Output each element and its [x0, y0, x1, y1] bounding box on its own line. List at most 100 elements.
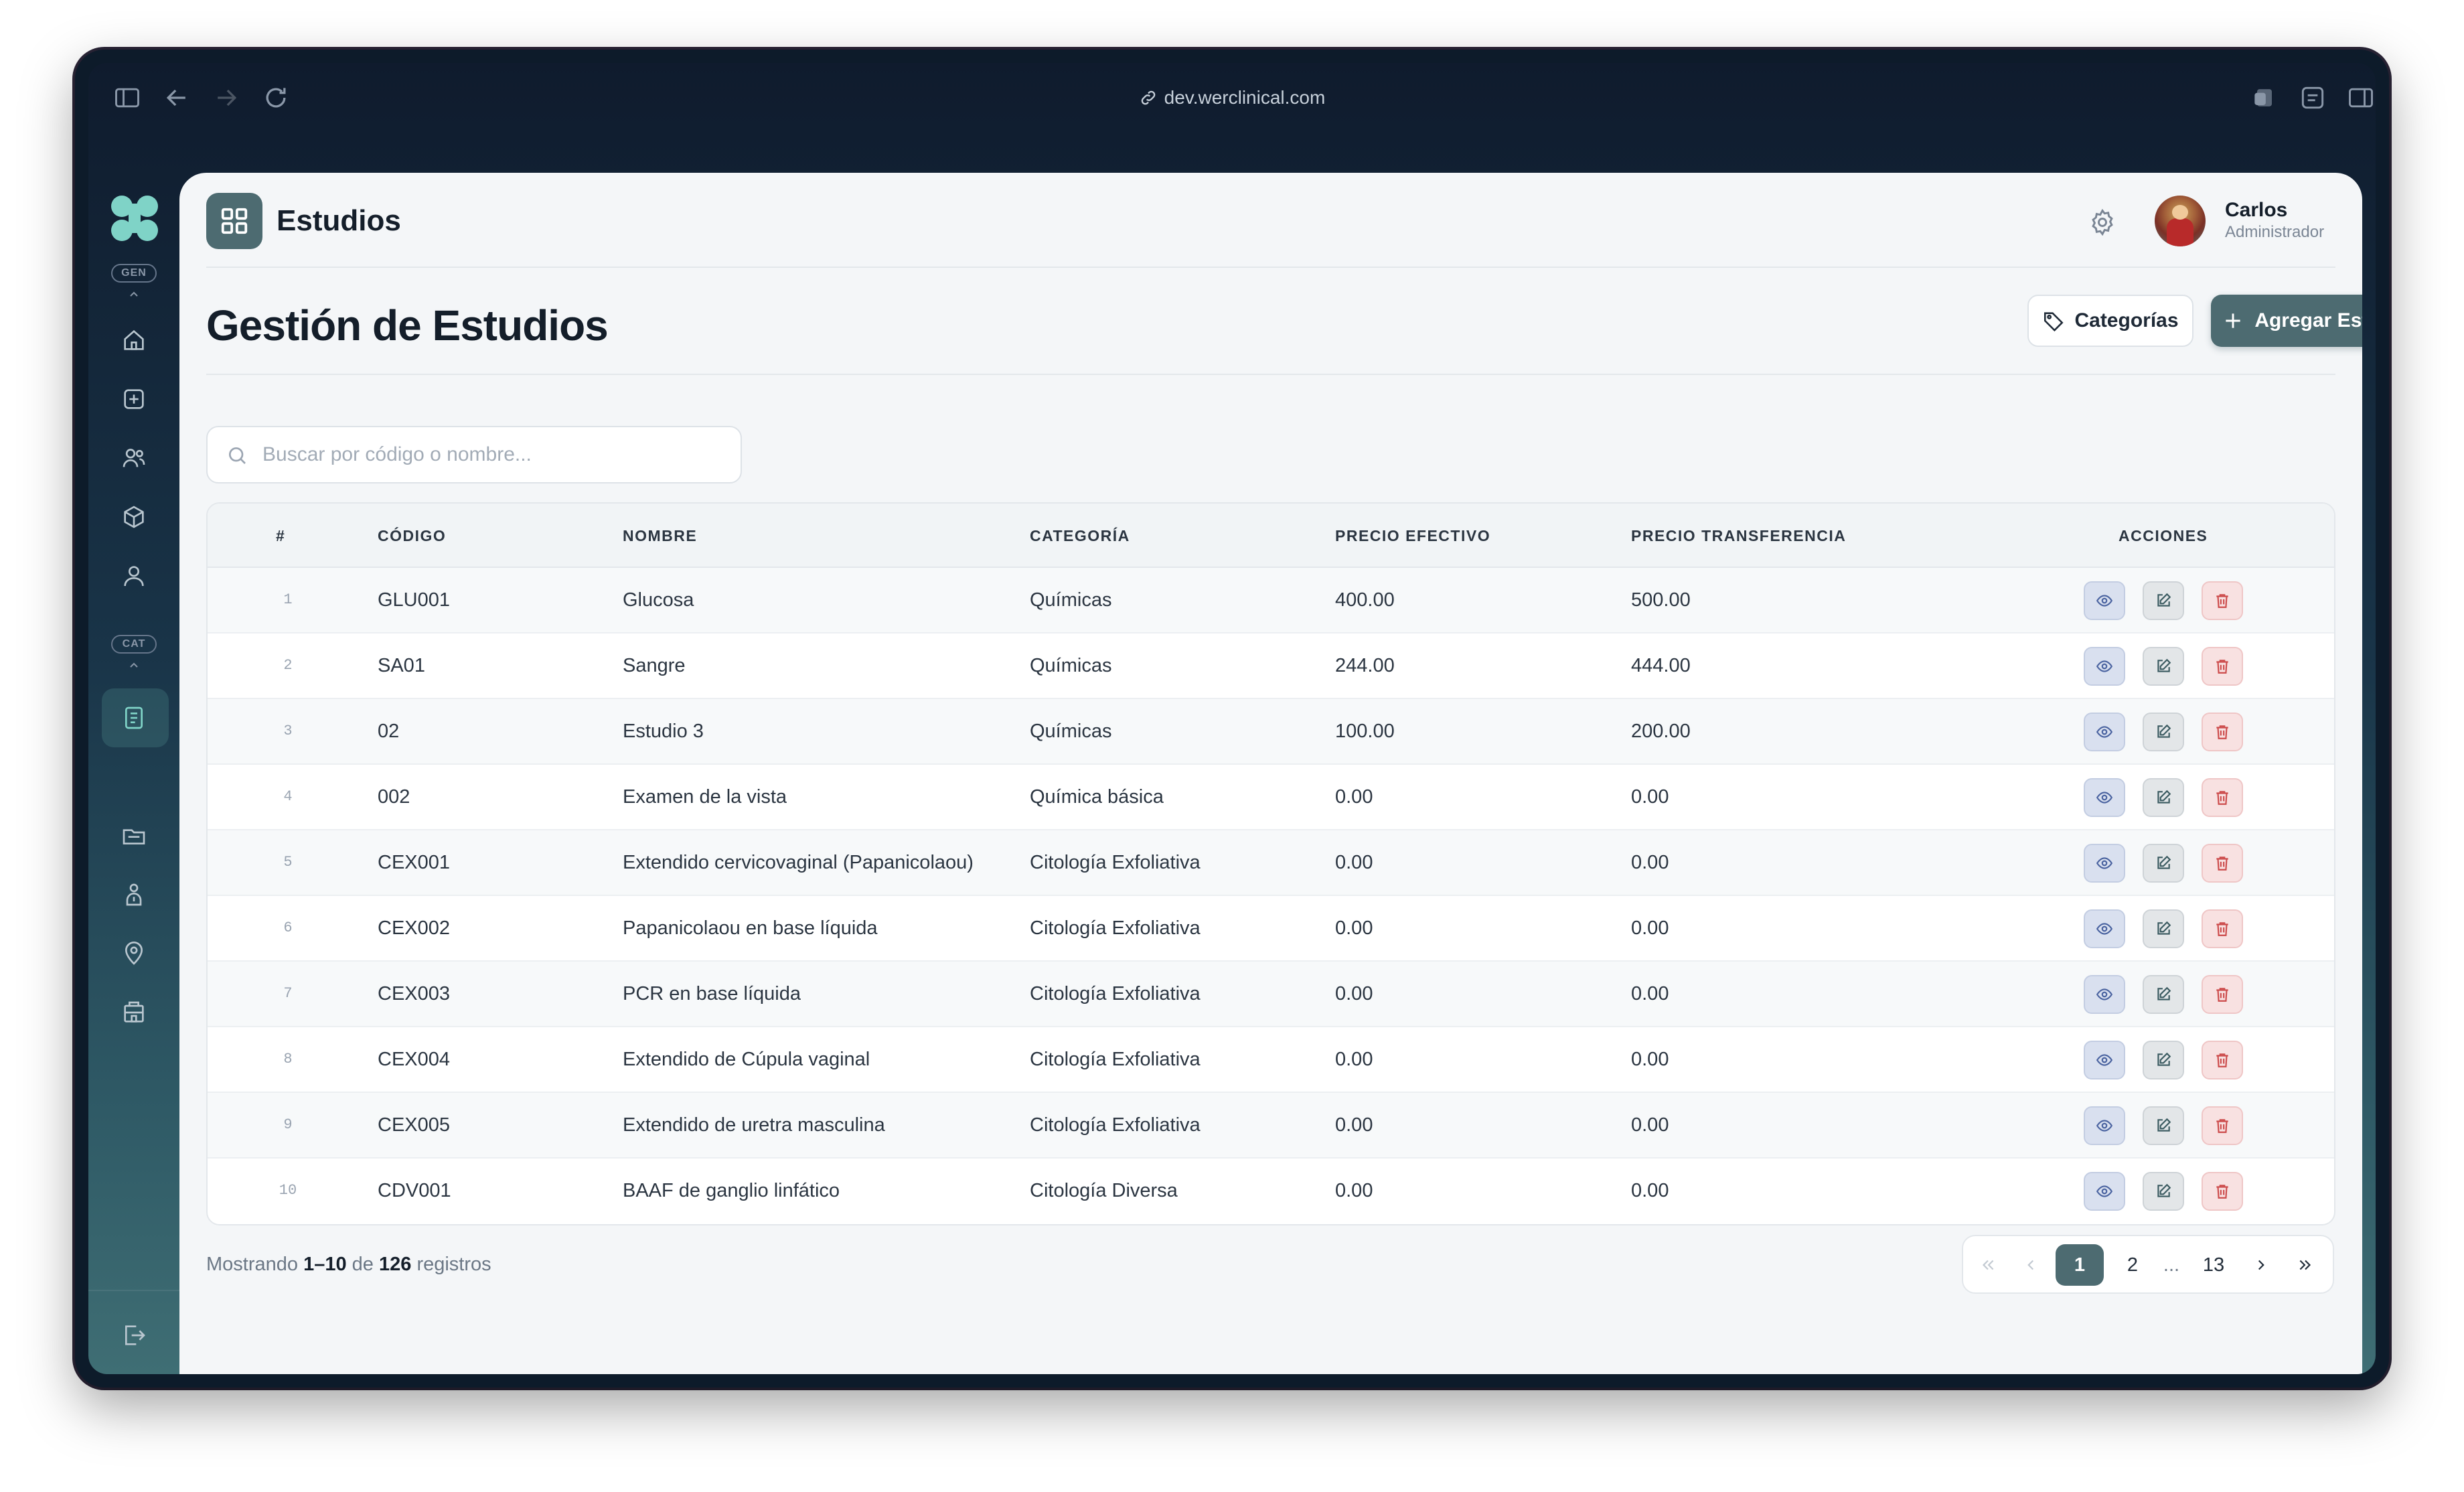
- cell-number: 1: [283, 591, 293, 608]
- view-button[interactable]: [2084, 975, 2125, 1014]
- summary-prefix: Mostrando: [206, 1254, 299, 1275]
- header-divider: [206, 267, 2335, 268]
- cell-number: 8: [283, 1051, 293, 1067]
- view-button[interactable]: [2084, 844, 2125, 883]
- delete-button[interactable]: [2202, 1041, 2243, 1079]
- edit-button[interactable]: [2143, 647, 2184, 686]
- studies-table: # CÓDIGO NOMBRE CATEGORÍA PRECIO EFECTIV…: [206, 502, 2335, 1225]
- delete-button[interactable]: [2202, 1106, 2243, 1145]
- edit-button[interactable]: [2143, 1106, 2184, 1145]
- cell-code: CEX001: [378, 852, 451, 873]
- browser-toolbar: dev.werclinical.com: [88, 63, 2376, 133]
- delete-button[interactable]: [2202, 844, 2243, 883]
- address-bar[interactable]: dev.werclinical.com: [88, 83, 2376, 113]
- chevron-left-icon: [2027, 1260, 2034, 1270]
- cell-code: 02: [378, 721, 400, 742]
- building-icon[interactable]: [121, 999, 147, 1026]
- cell-cash-price: 0.00: [1335, 786, 1373, 808]
- page-button-2[interactable]: 2: [2112, 1244, 2153, 1286]
- extension-icon[interactable]: [2250, 83, 2279, 113]
- edit-button[interactable]: [2143, 909, 2184, 948]
- cell-category: Citología Diversa: [1030, 1180, 1178, 1201]
- next-page-button[interactable]: [2244, 1244, 2278, 1286]
- eye-icon: [2096, 792, 2113, 804]
- section-badge-gen: GEN: [111, 264, 157, 283]
- column-header-actions: ACCIONES: [2119, 527, 2208, 544]
- cell-name: Sangre: [623, 655, 686, 676]
- search-input[interactable]: [262, 427, 731, 482]
- view-button[interactable]: [2084, 1172, 2125, 1211]
- edit-button[interactable]: [2143, 844, 2184, 883]
- gear-icon[interactable]: [2088, 208, 2117, 237]
- edit-button[interactable]: [2143, 581, 2184, 620]
- cell-cash-price: 100.00: [1335, 721, 1395, 742]
- search-icon: [229, 447, 246, 464]
- column-header-category: CATEGORÍA: [1030, 527, 1130, 544]
- table-row: 6 CEX002 Papanicolaou en base líquida Citol…: [208, 896, 2334, 962]
- view-button[interactable]: [2084, 778, 2125, 817]
- table-row: 4 002 Examen de la vista Química básica 0.00…: [208, 765, 2334, 830]
- view-button[interactable]: [2084, 1041, 2125, 1079]
- cell-cash-price: 244.00: [1335, 655, 1395, 676]
- edit-button[interactable]: [2143, 975, 2184, 1014]
- eye-icon: [2096, 595, 2113, 607]
- edit-icon: [2157, 724, 2171, 738]
- cell-name: Extendido cervicovaginal (Papanicolaou): [623, 852, 974, 873]
- avatar[interactable]: [2155, 196, 2206, 246]
- view-button[interactable]: [2084, 1106, 2125, 1145]
- url-text: dev.werclinical.com: [1164, 87, 1326, 108]
- categories-button-label: Categorías: [2074, 309, 2179, 331]
- summary-of: de: [352, 1254, 374, 1275]
- view-button[interactable]: [2084, 909, 2125, 948]
- table-row: 3 02 Estudio 3 Químicas 100.00 200.00: [208, 699, 2334, 765]
- edit-button[interactable]: [2143, 1041, 2184, 1079]
- chevron-up-icon[interactable]: [126, 288, 142, 300]
- delete-button[interactable]: [2202, 778, 2243, 817]
- delete-button[interactable]: [2202, 647, 2243, 686]
- cell-cash-price: 0.00: [1335, 1049, 1373, 1070]
- device-frame: dev.werclinical.com GEN CAT Estudios Car…: [75, 50, 2389, 1388]
- page-button-13[interactable]: 13: [2189, 1244, 2238, 1286]
- edit-button[interactable]: [2143, 1172, 2184, 1211]
- document-list-icon[interactable]: [121, 704, 147, 731]
- previous-page-button[interactable]: [2014, 1244, 2048, 1286]
- delete-button[interactable]: [2202, 581, 2243, 620]
- page-ellipsis: ...: [2163, 1254, 2180, 1276]
- cell-category: Citología Exfoliativa: [1030, 983, 1201, 1004]
- folder-icon[interactable]: [121, 822, 147, 849]
- cell-category: Químicas: [1030, 721, 1112, 742]
- reader-icon[interactable]: [2298, 83, 2327, 113]
- cell-cash-price: 0.00: [1335, 983, 1373, 1004]
- users-icon[interactable]: [121, 445, 147, 471]
- categories-button[interactable]: Categorías: [2027, 295, 2193, 347]
- view-button[interactable]: [2084, 647, 2125, 686]
- pagination: 1 2 ... 13: [1962, 1235, 2334, 1294]
- cell-cash-price: 400.00: [1335, 589, 1395, 611]
- delete-button[interactable]: [2202, 1172, 2243, 1211]
- view-button[interactable]: [2084, 581, 2125, 620]
- delete-button[interactable]: [2202, 713, 2243, 751]
- add-square-icon[interactable]: [121, 386, 147, 413]
- tag-icon: [2044, 312, 2064, 331]
- chevrons-right-icon: [2299, 1260, 2311, 1270]
- add-study-button[interactable]: Agregar Estudio: [2211, 295, 2362, 347]
- page-button-1[interactable]: 1: [2056, 1244, 2104, 1286]
- home-icon[interactable]: [121, 327, 147, 354]
- edit-button[interactable]: [2143, 778, 2184, 817]
- package-icon[interactable]: [121, 504, 147, 530]
- cell-name: Extendido de uretra masculina: [623, 1114, 885, 1136]
- user-icon[interactable]: [121, 563, 147, 589]
- view-button[interactable]: [2084, 713, 2125, 751]
- doctor-icon[interactable]: [121, 881, 147, 908]
- chevron-up-icon[interactable]: [126, 659, 142, 671]
- logout-icon[interactable]: [121, 1322, 147, 1349]
- split-view-icon[interactable]: [2346, 83, 2376, 113]
- edit-button[interactable]: [2143, 713, 2184, 751]
- first-page-button[interactable]: [1971, 1244, 2005, 1286]
- cell-code: CEX005: [378, 1114, 451, 1136]
- last-page-button[interactable]: [2289, 1244, 2322, 1286]
- cell-transfer-price: 0.00: [1631, 786, 1669, 808]
- delete-button[interactable]: [2202, 909, 2243, 948]
- location-pin-icon[interactable]: [121, 940, 147, 967]
- delete-button[interactable]: [2202, 975, 2243, 1014]
